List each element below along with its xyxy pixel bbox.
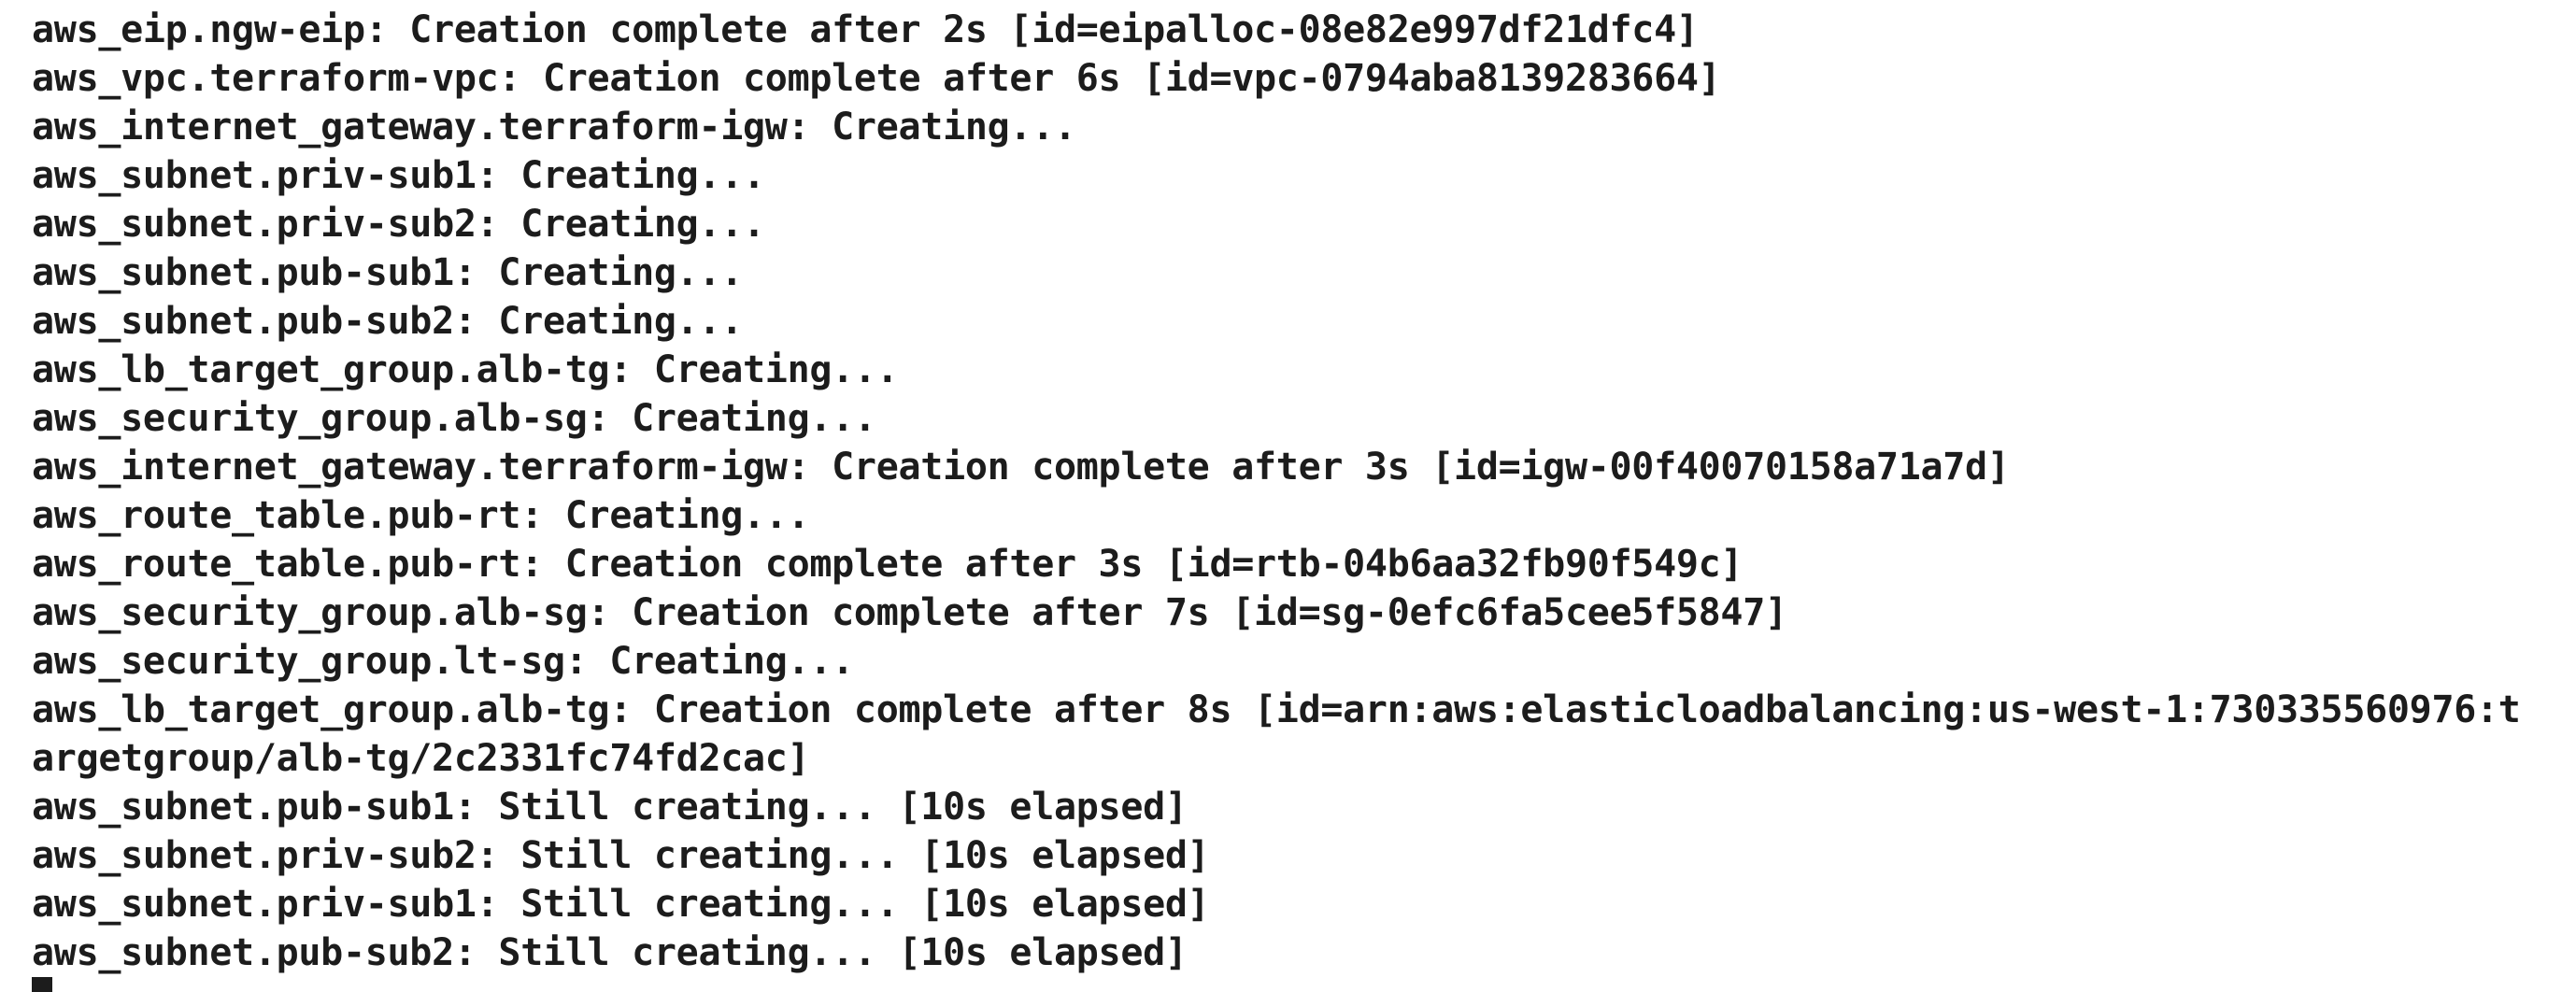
terminal-line: aws_subnet.priv-sub1: Still creating... …: [32, 883, 1210, 926]
text-cursor: [32, 977, 52, 992]
terminal-line: aws_vpc.terraform-vpc: Creation complete…: [32, 57, 1721, 100]
terminal-line: aws_subnet.priv-sub1: Creating...: [32, 154, 765, 197]
terminal-line: aws_security_group.alb-sg: Creating...: [32, 397, 876, 440]
terminal-line: aws_lb_target_group.alb-tg: Creation com…: [32, 688, 2521, 731]
terminal-line: aws_route_table.pub-rt: Creation complet…: [32, 543, 1743, 586]
terminal-line: aws_security_group.alb-sg: Creation comp…: [32, 591, 1787, 634]
terminal-output: aws_eip.ngw-eip: Creation complete after…: [32, 6, 2521, 977]
terminal-line: aws_route_table.pub-rt: Creating...: [32, 494, 810, 537]
terminal-line: aws_eip.ngw-eip: Creation complete after…: [32, 8, 1699, 51]
terminal-line: argetgroup/alb-tg/2c2331fc74fd2cac]: [32, 737, 810, 780]
terminal-line: aws_subnet.priv-sub2: Creating...: [32, 203, 765, 246]
terminal-line: aws_subnet.priv-sub2: Still creating... …: [32, 834, 1210, 877]
terminal-line: aws_lb_target_group.alb-tg: Creating...: [32, 348, 899, 391]
terminal-line: aws_subnet.pub-sub1: Still creating... […: [32, 786, 1188, 829]
terminal-line: aws_internet_gateway.terraform-igw: Crea…: [32, 106, 1076, 149]
terminal-line: aws_subnet.pub-sub1: Creating...: [32, 251, 744, 294]
terminal-line: aws_subnet.pub-sub2: Creating...: [32, 300, 744, 343]
terminal-line: aws_subnet.pub-sub2: Still creating... […: [32, 931, 1188, 974]
terminal-window[interactable]: aws_eip.ngw-eip: Creation complete after…: [0, 0, 2576, 992]
terminal-line: aws_internet_gateway.terraform-igw: Crea…: [32, 446, 2010, 489]
terminal-line: aws_security_group.lt-sg: Creating...: [32, 640, 854, 683]
